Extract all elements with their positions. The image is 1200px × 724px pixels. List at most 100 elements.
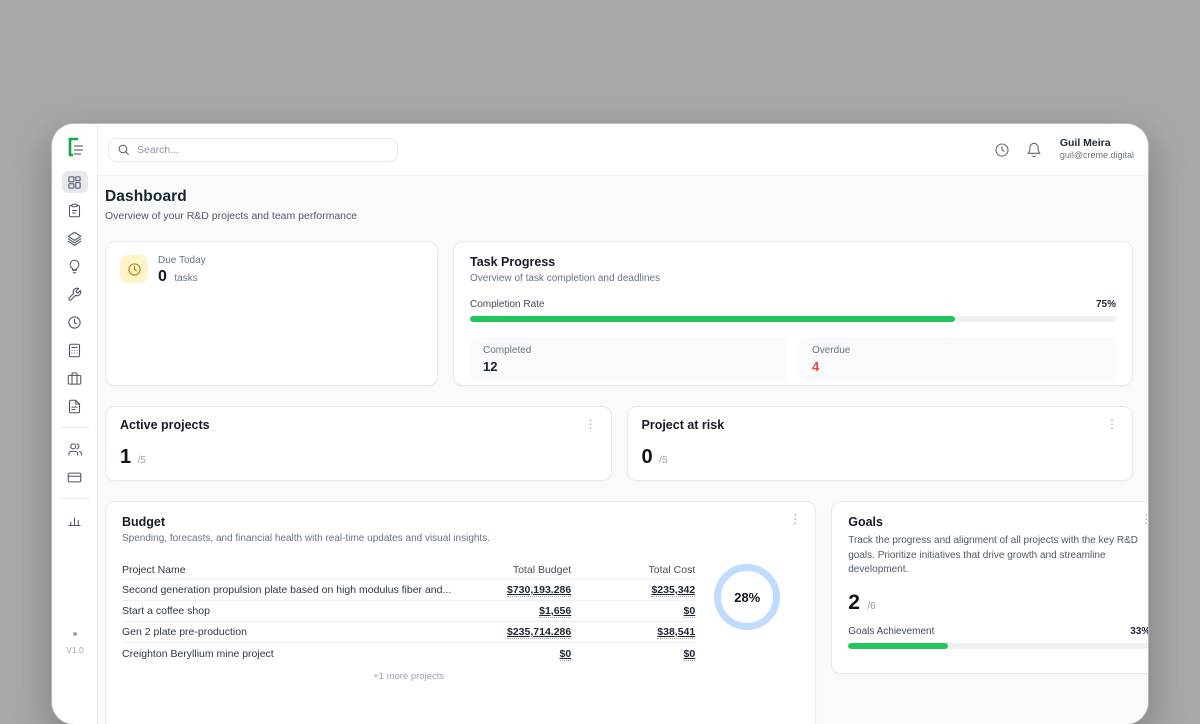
completion-rate-value: 75% [1096,299,1116,310]
kebab-menu-icon[interactable]: ⋮ [582,416,600,432]
sidebar-item-portfolio[interactable] [62,367,88,389]
user-name: Guil Meira [1060,137,1134,150]
task-progress-title: Task Progress [470,255,1116,269]
completed-label: Completed [483,345,774,356]
total-cost-cell-value[interactable]: $235,342 [651,584,695,597]
completed-stat: Completed 12 [470,337,787,382]
kebab-menu-icon[interactable]: ⋮ [1103,416,1121,432]
history-clock-icon[interactable] [994,142,1010,158]
sidebar-divider [61,498,89,499]
budget-card: Budget ⋮ Spending, forecasts, and financ… [105,501,816,724]
kebab-menu-icon[interactable]: ⋮ [786,511,804,527]
project-name-cell: Start a coffee shop [122,605,459,617]
task-progress-subtitle: Overview of task completion and deadline… [470,273,1116,284]
clipboard-icon [67,203,82,218]
sidebar-item-ideas[interactable] [62,255,88,277]
row-budget-goals: Budget ⋮ Spending, forecasts, and financ… [105,501,1133,724]
due-today-value: 0 [158,268,167,285]
budget-table: Project Name Total Budget Total Cost Sec… [122,560,695,682]
total-budget-cell-value[interactable]: $730,193.286 [507,584,571,597]
active-projects-card: Active projects ⋮ 1 /5 [105,406,612,481]
sidebar-item-reports[interactable] [62,509,88,531]
total-budget-cell: $0 [459,648,571,660]
table-row[interactable]: Gen 2 plate pre-production$235,714.286$3… [122,622,695,643]
sidebar: V1.0 [52,124,98,724]
creme-logo-icon[interactable] [63,135,87,159]
project-at-risk-value-row: 0 /5 [642,446,668,469]
notifications-bell-icon[interactable] [1026,142,1042,158]
goals-achievement-label: Goals Achievement [848,626,934,637]
project-at-risk-value: 0 [642,446,653,468]
budget-donut-value: 28% [734,590,760,605]
total-cost-cell: $0 [571,648,695,660]
credit-card-icon [67,470,82,485]
budget-donut-chart: 28% [714,564,780,630]
budget-body: Project Name Total Budget Total Cost Sec… [122,560,799,682]
total-cost-cell-value[interactable]: $0 [684,648,696,661]
topbar-right: Guil Meira guil@creme.digital [994,137,1134,161]
active-projects-value: 1 [120,446,131,468]
completion-rate-label: Completion Rate [470,299,544,310]
file-text-icon [67,399,82,414]
sidebar-item-calculator[interactable] [62,339,88,361]
sidebar-divider [61,427,89,428]
table-row[interactable]: Second generation propulsion plate based… [122,580,695,601]
page-subtitle: Overview of your R&D projects and team p… [105,210,1133,222]
overdue-stat: Overdue 4 [799,337,1116,382]
search-input[interactable] [108,138,398,162]
goals-progress-bar [848,643,1148,649]
total-cost-cell: $235,342 [571,584,695,596]
project-at-risk-title: Project at risk [642,418,1119,432]
page-header: Dashboard Overview of your R&D projects … [105,188,1133,222]
sidebar-item-projects[interactable] [62,227,88,249]
active-projects-title: Active projects [120,418,597,432]
status-dot [73,632,77,636]
sidebar-item-team[interactable] [62,438,88,460]
budget-table-header: Project Name Total Budget Total Cost [122,560,695,580]
total-budget-cell-value[interactable]: $1,656 [539,605,571,618]
sidebar-item-tools[interactable] [62,283,88,305]
goals-value: 2 [848,591,860,614]
total-cost-cell-value[interactable]: $38,541 [657,626,695,639]
completion-progress-fill [470,316,955,322]
kebab-menu-icon[interactable]: ⋮ [1137,511,1148,527]
project-name-cell: Creighton Beryllium mine project [122,648,459,660]
row-overview: Due Today 0 tasks Task Progress Overview… [105,241,1133,386]
due-today-value-row: 0 tasks [158,268,206,286]
completion-progress-bar [470,316,1116,322]
clock-icon [127,262,142,277]
budget-donut-wrap: 28% [695,560,799,682]
total-budget-cell-value[interactable]: $0 [560,648,572,661]
total-budget-cell: $730,193.286 [459,584,571,596]
user-menu[interactable]: Guil Meira guil@creme.digital [1060,137,1134,161]
sidebar-item-tasks[interactable] [62,199,88,221]
task-progress-stats: Completed 12 Overdue 4 [470,337,1116,382]
budget-title: Budget [122,515,799,529]
total-budget-cell-value[interactable]: $235,714.286 [507,626,571,639]
overdue-label: Overdue [812,345,1103,356]
sidebar-item-documents[interactable] [62,395,88,417]
sidebar-nav [61,171,89,531]
sidebar-item-billing[interactable] [62,466,88,488]
active-projects-value-row: 1 /5 [120,446,146,469]
table-row[interactable]: Creighton Beryllium mine project $0 $0 [122,643,695,664]
layers-icon [67,231,82,246]
user-email: guil@creme.digital [1060,150,1134,161]
project-at-risk-card: Project at risk ⋮ 0 /5 [627,406,1134,481]
budget-subtitle: Spending, forecasts, and financial healt… [122,533,799,544]
table-row[interactable]: Start a coffee shop $1,656 $0 [122,601,695,622]
sidebar-item-time-tracking[interactable] [62,311,88,333]
briefcase-icon [67,371,82,386]
sidebar-item-dashboard[interactable] [62,171,88,193]
completion-rate-row: Completion Rate 75% [470,299,1116,310]
clock-icon [67,315,82,330]
wrench-icon [67,287,82,302]
app-version: V1.0 [52,645,98,655]
total-cost-cell-value[interactable]: $0 [684,605,696,618]
project-name-cell: Second generation propulsion plate based… [122,584,459,596]
sidebar-footer: V1.0 [52,632,98,655]
more-projects-link[interactable]: +1 more projects [122,671,695,682]
goals-value-row: 2 /6 [848,591,1148,615]
due-today-label: Due Today [158,255,206,266]
topbar: Guil Meira guil@creme.digital [98,124,1148,176]
